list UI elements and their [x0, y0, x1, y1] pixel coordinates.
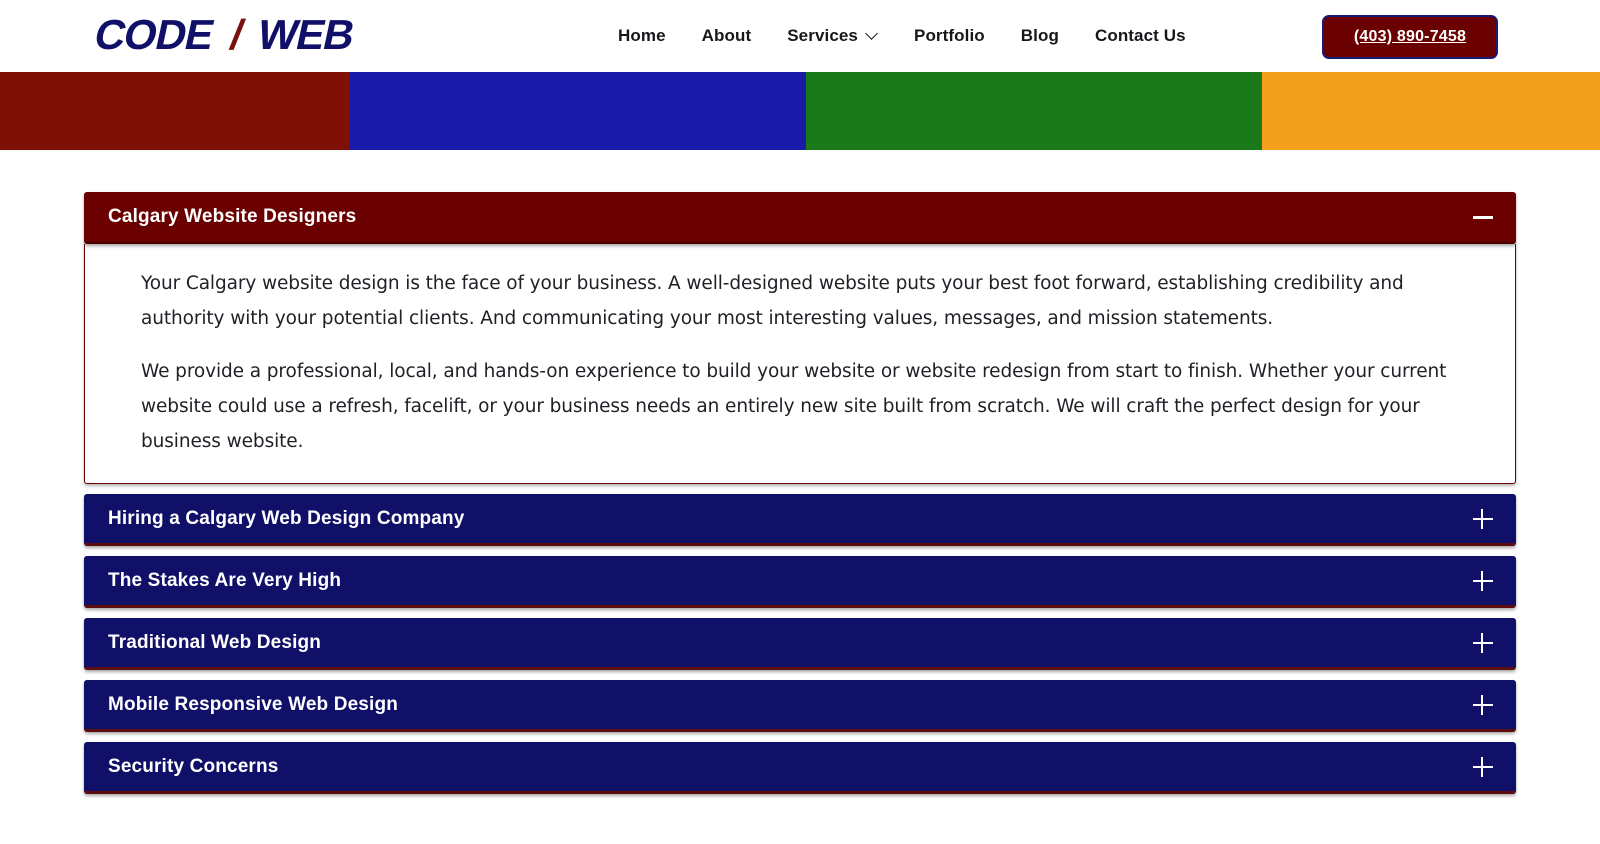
nav-item-portfolio[interactable]: Portfolio: [896, 26, 1003, 46]
nav-item-blog[interactable]: Blog: [1003, 26, 1077, 46]
nav-item-about[interactable]: About: [684, 26, 770, 46]
accordion-header-calgary-website-designers[interactable]: Calgary Website Designers: [84, 192, 1516, 244]
svg-text:WEB: WEB: [253, 13, 358, 58]
nav-item-services[interactable]: Services: [769, 26, 896, 46]
accordion-title: The Stakes Are Very High: [108, 569, 342, 591]
hero-banner-image: [0, 72, 1600, 150]
plus-icon[interactable]: [1472, 570, 1494, 592]
phone-cta-button[interactable]: (403) 890-7458: [1322, 15, 1498, 59]
codeweb-logo-icon: CODE / WEB: [90, 13, 358, 58]
accordion-title: Traditional Web Design: [108, 631, 322, 653]
minus-icon[interactable]: [1472, 206, 1494, 228]
accordion-item-the-stakes-are-very-high: The Stakes Are Very High: [84, 556, 1516, 608]
accordion-title: Security Concerns: [108, 755, 279, 777]
accordion-header-hiring-a-calgary-web-design-company[interactable]: Hiring a Calgary Web Design Company: [84, 494, 1516, 546]
accordion-panel-calgary-website-designers: Your Calgary website design is the face …: [84, 244, 1516, 484]
accordion-header-security-concerns[interactable]: Security Concerns: [84, 742, 1516, 794]
nav-item-contact-us[interactable]: Contact Us: [1077, 26, 1204, 46]
svg-text:CODE: CODE: [90, 13, 217, 58]
accordion-item-calgary-website-designers: Calgary Website Designers Your Calgary w…: [84, 192, 1516, 484]
phone-number-label: (403) 890-7458: [1353, 28, 1467, 45]
accordion-paragraph: Your Calgary website design is the face …: [141, 273, 1404, 329]
main-navigation: Home About Services Portfolio Blog Conta…: [600, 0, 1204, 72]
accordion-item-security-concerns: Security Concerns: [84, 742, 1516, 794]
nav-label-portfolio: Portfolio: [914, 26, 985, 45]
accordion-header-the-stakes-are-very-high[interactable]: The Stakes Are Very High: [84, 556, 1516, 608]
nav-label-home: Home: [618, 26, 666, 45]
main-content: Calgary Website Designers Your Calgary w…: [0, 150, 1600, 794]
accordion-title: Calgary Website Designers: [108, 206, 357, 227]
plus-icon[interactable]: [1472, 694, 1494, 716]
hero-blur-overlay: [0, 72, 1600, 150]
accordion-item-hiring-a-calgary-web-design-company: Hiring a Calgary Web Design Company: [84, 494, 1516, 546]
plus-icon[interactable]: [1472, 632, 1494, 654]
nav-label-about: About: [701, 26, 752, 45]
plus-icon[interactable]: [1472, 508, 1494, 530]
accordion-title: Hiring a Calgary Web Design Company: [108, 507, 465, 529]
accordion-header-mobile-responsive-web-design[interactable]: Mobile Responsive Web Design: [84, 680, 1516, 732]
accordion-item-mobile-responsive-web-design: Mobile Responsive Web Design: [84, 680, 1516, 732]
accordion-title: Mobile Responsive Web Design: [108, 693, 398, 715]
nav-label-services: Services: [787, 26, 858, 45]
plus-icon[interactable]: [1472, 756, 1494, 778]
svg-text:/: /: [226, 13, 248, 58]
accordion-item-traditional-web-design: Traditional Web Design: [84, 618, 1516, 670]
nav-item-home[interactable]: Home: [600, 26, 684, 46]
site-logo[interactable]: CODE / WEB CODE/WEB logo: [78, 12, 438, 60]
chevron-down-icon: [867, 29, 878, 40]
accordion-paragraph: We provide a professional, local, and ha…: [141, 361, 1447, 452]
nav-label-contact-us: Contact Us: [1094, 26, 1186, 45]
site-header: CODE / WEB CODE/WEB logo Home About Serv…: [0, 0, 1600, 72]
faq-accordion: Calgary Website Designers Your Calgary w…: [84, 192, 1516, 794]
nav-label-blog: Blog: [1020, 26, 1059, 45]
accordion-header-traditional-web-design[interactable]: Traditional Web Design: [84, 618, 1516, 670]
